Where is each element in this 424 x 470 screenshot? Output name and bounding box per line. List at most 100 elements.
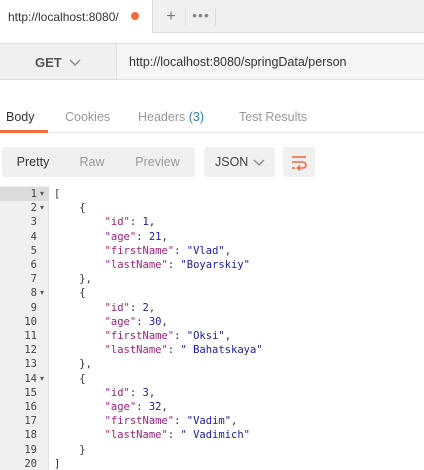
json-colon: : bbox=[129, 386, 143, 399]
fold-toggle-icon[interactable]: ▾ bbox=[40, 373, 44, 385]
code-text: "age": 30, bbox=[54, 315, 168, 329]
tab-body[interactable]: Body bbox=[6, 110, 35, 124]
code-text: [ bbox=[54, 187, 60, 201]
line-number-cell: 14 ▾ bbox=[0, 372, 49, 386]
line-number-cell: 9 bbox=[0, 301, 49, 315]
method-select[interactable]: GET bbox=[0, 43, 117, 80]
json-value: " Bahatskaya" bbox=[180, 344, 263, 357]
json-bracket: { bbox=[79, 287, 86, 300]
line-number: 8 bbox=[30, 287, 37, 300]
json-colon: : bbox=[167, 429, 181, 442]
request-tab-label: http://localhost:8080/ bbox=[8, 10, 119, 24]
json-comma: , bbox=[224, 244, 232, 257]
code-line: 7 }, bbox=[0, 272, 424, 286]
code-text: { bbox=[54, 286, 86, 300]
json-colon: : bbox=[129, 301, 143, 314]
line-number-cell: 1 ▾ bbox=[0, 187, 49, 201]
code-line: 2 ▾ { bbox=[0, 201, 424, 215]
line-number-cell: 20 bbox=[0, 457, 49, 470]
tab-divider bbox=[185, 8, 186, 25]
pretty-button[interactable]: Pretty bbox=[2, 147, 64, 177]
line-number: 3 bbox=[30, 216, 37, 229]
code-text: "firstName": "Vadim", bbox=[54, 414, 238, 428]
json-comma: , bbox=[224, 330, 232, 342]
code-line: 15 "id": 3, bbox=[0, 386, 424, 400]
json-comma: , bbox=[148, 301, 156, 314]
method-label: GET bbox=[35, 55, 62, 70]
line-number: 12 bbox=[24, 344, 37, 357]
line-number: 15 bbox=[24, 386, 37, 399]
json-comma: , bbox=[161, 401, 168, 413]
request-tab[interactable]: http://localhost:8080/ bbox=[0, 0, 153, 33]
json-value: 30 bbox=[148, 315, 162, 328]
code-line: 16 "age": 32, bbox=[0, 400, 424, 414]
json-value: " Vadimich" bbox=[180, 429, 250, 442]
line-number-cell: 2 ▾ bbox=[0, 201, 49, 215]
json-bracket: } bbox=[79, 443, 86, 456]
tab-headers[interactable]: Headers (3) bbox=[138, 110, 204, 124]
more-tabs-button[interactable]: ••• bbox=[190, 4, 212, 29]
line-number: 18 bbox=[24, 429, 37, 442]
code-line: 18 "lastName": " Vadimich" bbox=[0, 428, 424, 442]
line-number: 13 bbox=[24, 358, 37, 371]
json-colon: : bbox=[174, 415, 187, 428]
line-number-cell: 11 bbox=[0, 329, 49, 343]
json-comma: , bbox=[161, 230, 168, 243]
raw-button[interactable]: Raw bbox=[64, 147, 120, 177]
chevron-down-icon bbox=[69, 59, 81, 66]
tab-test-results[interactable]: Test Results bbox=[239, 110, 307, 124]
json-comma: , bbox=[148, 386, 156, 399]
json-key: "id" bbox=[104, 216, 130, 229]
json-key: "lastName" bbox=[104, 259, 168, 271]
code-text: } bbox=[54, 443, 86, 457]
tab-cookies[interactable]: Cookies bbox=[65, 110, 110, 124]
line-number-cell: 19 bbox=[0, 443, 49, 457]
code-text: "lastName": " Bahatskaya" bbox=[54, 343, 263, 357]
preview-button[interactable]: Preview bbox=[120, 147, 195, 177]
code-text: "firstName": "Oksi", bbox=[54, 329, 231, 343]
json-key: "lastName" bbox=[104, 344, 168, 357]
new-tab-button[interactable]: + bbox=[160, 4, 182, 29]
json-colon: : bbox=[167, 344, 181, 357]
line-number: 4 bbox=[30, 230, 37, 243]
json-key: "firstName" bbox=[104, 244, 175, 257]
json-value: "Vadim" bbox=[186, 415, 232, 428]
json-key: "id" bbox=[104, 386, 130, 399]
code-line: 6 "lastName": "Boyarskiy" bbox=[0, 258, 424, 272]
line-number-cell: 4 bbox=[0, 230, 49, 244]
json-key: "lastName" bbox=[104, 429, 168, 442]
view-mode-group: Pretty Raw Preview bbox=[2, 147, 195, 177]
line-number: 20 bbox=[24, 457, 37, 470]
json-value: 32 bbox=[148, 401, 162, 413]
headers-count-badge: (3) bbox=[188, 110, 205, 124]
json-value: "Oksi" bbox=[186, 330, 225, 342]
code-line: 5 "firstName": "Vlad", bbox=[0, 244, 424, 258]
json-key: "id" bbox=[104, 301, 130, 314]
code-line: 10 "age": 30, bbox=[0, 315, 424, 329]
json-comma: , bbox=[231, 415, 238, 428]
json-colon: : bbox=[129, 216, 143, 229]
line-number-cell: 3 bbox=[0, 215, 49, 229]
fold-toggle-icon[interactable]: ▾ bbox=[40, 287, 44, 299]
language-select[interactable]: JSON bbox=[204, 147, 275, 177]
json-bracket: [ bbox=[54, 188, 61, 200]
json-comma: , bbox=[161, 315, 168, 328]
line-number: 5 bbox=[30, 244, 37, 257]
code-text: "id": 1, bbox=[54, 215, 156, 229]
url-input[interactable]: http://localhost:8080/springData/person bbox=[117, 43, 424, 80]
line-number-cell: 10 bbox=[0, 315, 49, 329]
json-key: "firstName" bbox=[104, 415, 175, 428]
fold-toggle-icon[interactable]: ▾ bbox=[40, 188, 44, 200]
url-text: http://localhost:8080/springData/person bbox=[129, 55, 347, 69]
fold-toggle-icon[interactable]: ▾ bbox=[40, 202, 44, 214]
line-number-cell: 5 bbox=[0, 244, 49, 258]
wrap-lines-button[interactable] bbox=[283, 147, 315, 177]
json-key: "age" bbox=[104, 230, 137, 243]
json-colon: : bbox=[167, 259, 181, 271]
code-text: ] bbox=[54, 457, 60, 470]
line-number-cell: 18 bbox=[0, 428, 49, 442]
line-number: 11 bbox=[24, 330, 37, 342]
line-number-cell: 8 ▾ bbox=[0, 286, 49, 300]
code-text: }, bbox=[54, 272, 92, 286]
response-body-code[interactable]: 1 ▾[2 ▾ {3 "id": 1, 4 "age": 21, 5 "firstNam… bbox=[0, 186, 424, 470]
